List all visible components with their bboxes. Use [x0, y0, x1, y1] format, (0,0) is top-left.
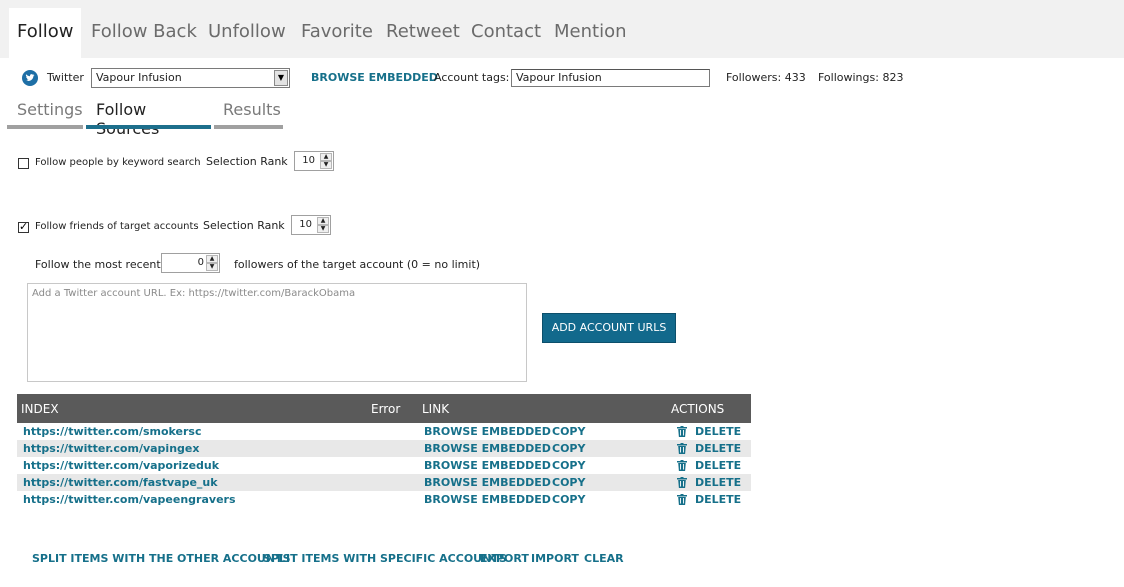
followings-count: Followings: 823	[818, 71, 904, 84]
table-header: INDEX Error LINK ACTIONS	[17, 394, 751, 423]
row-copy-link[interactable]: COPY	[552, 459, 585, 472]
account-select-value: Vapour Infusion	[96, 71, 182, 84]
tab-mention[interactable]: Mention	[546, 8, 635, 58]
column-error[interactable]: Error	[371, 402, 400, 416]
trash-icon[interactable]	[677, 426, 687, 437]
tab-favorite[interactable]: Favorite	[293, 8, 381, 58]
keyword-search-checkbox[interactable]	[18, 158, 29, 169]
account-url-table: INDEX Error LINK ACTIONS https://twitter…	[17, 394, 751, 508]
recent-count-value: 0	[197, 257, 204, 268]
keyword-rank-stepper[interactable]: 10 ▲ ▼	[294, 151, 334, 171]
twitter-icon	[22, 70, 38, 86]
selection-rank-label: Selection Rank	[203, 219, 285, 232]
tab-follow-sources-label: Follow Sources	[96, 100, 159, 138]
account-tags-input[interactable]: Vapour Infusion	[511, 69, 710, 87]
tab-retweet[interactable]: Retweet	[378, 8, 468, 58]
recent-prefix-label: Follow the most recent	[35, 258, 161, 271]
friends-rank-value: 10	[299, 219, 312, 230]
row-url-link[interactable]: https://twitter.com/vapingex	[23, 442, 199, 455]
row-browse-embedded-link[interactable]: BROWSE EMBEDDED	[424, 442, 551, 455]
trash-icon[interactable]	[677, 443, 687, 454]
tab-contact[interactable]: Contact	[463, 8, 549, 58]
stepper-down-icon[interactable]: ▼	[317, 225, 329, 233]
import-link[interactable]: IMPORT	[531, 552, 579, 565]
network-label: Twitter	[47, 71, 84, 84]
tab-follow-back[interactable]: Follow Back	[83, 8, 205, 58]
tab-underline	[7, 125, 83, 129]
keyword-rank-value: 10	[302, 155, 315, 166]
column-actions[interactable]: ACTIONS	[671, 402, 724, 416]
add-account-urls-button[interactable]: ADD ACCOUNT URLS	[542, 313, 676, 343]
row-browse-embedded-link[interactable]: BROWSE EMBEDDED	[424, 476, 551, 489]
account-tags-label: Account tags:	[434, 71, 510, 84]
recent-count-stepper[interactable]: 0 ▲ ▼	[161, 253, 220, 273]
row-browse-embedded-link[interactable]: BROWSE EMBEDDED	[424, 493, 551, 506]
row-delete-link[interactable]: DELETE	[695, 476, 741, 489]
tab-results[interactable]: Results	[214, 100, 283, 129]
row-browse-embedded-link[interactable]: BROWSE EMBEDDED	[424, 459, 551, 472]
table-row: https://twitter.com/vapeengravers BROWSE …	[17, 491, 751, 508]
table-row: https://twitter.com/vapingex BROWSE EMBED…	[17, 440, 751, 457]
tab-unfollow[interactable]: Unfollow	[200, 8, 294, 58]
row-url-link[interactable]: https://twitter.com/fastvape_uk	[23, 476, 218, 489]
row-browse-embedded-link[interactable]: BROWSE EMBEDDED	[424, 425, 551, 438]
selection-rank-label: Selection Rank	[206, 155, 288, 168]
stepper-up-icon[interactable]: ▲	[320, 153, 332, 161]
row-copy-link[interactable]: COPY	[552, 442, 585, 455]
tab-follow-sources[interactable]: Follow Sources	[86, 100, 211, 138]
row-copy-link[interactable]: COPY	[552, 493, 585, 506]
clear-link[interactable]: CLEAR	[584, 552, 624, 565]
column-link[interactable]: LINK	[422, 402, 449, 416]
account-url-input[interactable]: Add a Twitter account URL. Ex: https://t…	[27, 283, 527, 382]
chevron-down-icon[interactable]: ▼	[274, 70, 288, 86]
row-url-link[interactable]: https://twitter.com/smokersc	[23, 425, 202, 438]
trash-icon[interactable]	[677, 477, 687, 488]
table-body: https://twitter.com/smokersc BROWSE EMBED…	[17, 423, 751, 508]
tab-underline	[86, 125, 211, 129]
row-url-link[interactable]: https://twitter.com/vaporizeduk	[23, 459, 219, 472]
account-select[interactable]: Vapour Infusion ▼	[91, 68, 290, 88]
row-url-link[interactable]: https://twitter.com/vapeengravers	[23, 493, 236, 506]
split-specific-accounts-link[interactable]: SPLIT ITEMS WITH SPECIFIC ACCOUNTS	[263, 552, 507, 565]
top-tab-bar: Follow Follow Back Unfollow Favorite Ret…	[0, 0, 1124, 58]
tab-settings-label: Settings	[17, 100, 83, 119]
friends-target-checkbox[interactable]	[18, 220, 29, 233]
tab-results-label: Results	[223, 100, 281, 119]
keyword-search-label: Follow people by keyword search	[35, 157, 201, 168]
row-copy-link[interactable]: COPY	[552, 476, 585, 489]
table-row: https://twitter.com/vaporizeduk BROWSE EM…	[17, 457, 751, 474]
followers-count: Followers: 433	[726, 71, 806, 84]
trash-icon[interactable]	[677, 494, 687, 505]
row-delete-link[interactable]: DELETE	[695, 459, 741, 472]
column-index[interactable]: INDEX	[21, 402, 59, 416]
stepper-up-icon[interactable]: ▲	[206, 255, 218, 263]
recent-suffix-label: followers of the target account (0 = no …	[234, 258, 481, 271]
stepper-down-icon[interactable]: ▼	[320, 161, 332, 169]
row-delete-link[interactable]: DELETE	[695, 493, 741, 506]
row-copy-link[interactable]: COPY	[552, 425, 585, 438]
trash-icon[interactable]	[677, 460, 687, 471]
stepper-down-icon[interactable]: ▼	[206, 263, 218, 271]
row-delete-link[interactable]: DELETE	[695, 442, 741, 455]
stepper-up-icon[interactable]: ▲	[317, 217, 329, 225]
table-row: https://twitter.com/fastvape_uk BROWSE EM…	[17, 474, 751, 491]
row-delete-link[interactable]: DELETE	[695, 425, 741, 438]
table-row: https://twitter.com/smokersc BROWSE EMBED…	[17, 423, 751, 440]
split-other-accounts-link[interactable]: SPLIT ITEMS WITH THE OTHER ACCOUNTS	[32, 552, 291, 565]
account-bar: Twitter Vapour Infusion ▼ BROWSE EMBEDDE…	[0, 68, 1124, 88]
tab-underline	[214, 125, 283, 129]
browse-embedded-link[interactable]: BROWSE EMBEDDED	[311, 71, 438, 84]
friends-rank-stepper[interactable]: 10 ▲ ▼	[291, 215, 331, 235]
tab-follow[interactable]: Follow	[9, 8, 82, 58]
friends-target-label: Follow friends of target accounts	[35, 221, 199, 232]
tab-settings[interactable]: Settings	[7, 100, 83, 129]
export-link[interactable]: EXPORT	[480, 552, 529, 565]
